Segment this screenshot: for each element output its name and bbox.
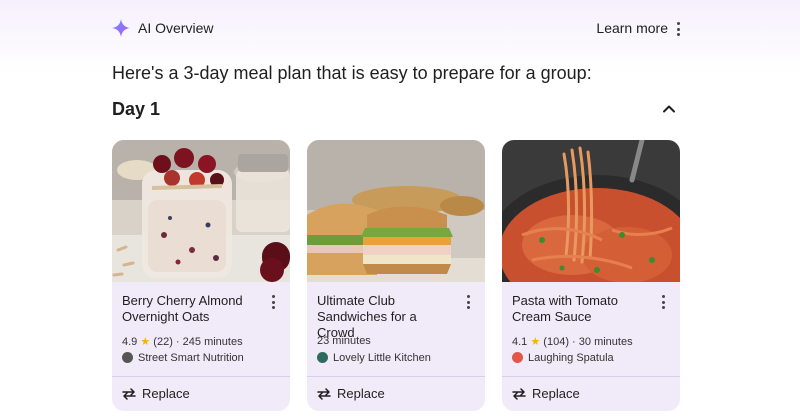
recipe-image-pasta[interactable] — [502, 140, 680, 282]
swap-icon — [512, 388, 526, 400]
star-icon: ★ — [140, 336, 151, 348]
card-options-icon[interactable] — [271, 295, 275, 309]
card-options-icon[interactable] — [466, 295, 470, 309]
replace-label: Replace — [337, 386, 385, 401]
recipe-meta: 23 minutes — [317, 335, 371, 347]
cook-time: 23 minutes — [317, 335, 371, 347]
recipe-title[interactable]: Ultimate Club Sandwiches for a Crowd — [317, 293, 457, 341]
cook-time: 30 minutes — [578, 336, 633, 348]
source-logo-icon — [317, 352, 328, 363]
day-heading: Day 1 — [112, 99, 161, 119]
review-count: (104) — [543, 336, 569, 348]
ai-overview-header: AI Overview Learn more — [112, 16, 682, 42]
cook-time: 245 minutes — [182, 336, 243, 348]
swap-icon — [317, 388, 331, 400]
learn-more-link[interactable]: Learn more — [596, 20, 668, 36]
recipe-meta: 4.9 ★ (22) · 245 minutes — [122, 335, 243, 348]
recipe-title[interactable]: Pasta with Tomato Cream Sauce — [512, 293, 652, 325]
recipe-card[interactable]: Ultimate Club Sandwiches for a Crowd 23 … — [307, 140, 485, 411]
more-options-icon[interactable] — [676, 22, 680, 36]
source-name: Lovely Little Kitchen — [333, 352, 431, 364]
meta-separator: · — [175, 336, 180, 348]
recipe-source[interactable]: Lovely Little Kitchen — [317, 352, 431, 364]
rating-value: 4.9 — [122, 336, 138, 348]
replace-button[interactable]: Replace — [122, 386, 190, 401]
card-divider — [112, 376, 290, 377]
recipe-card[interactable]: Pasta with Tomato Cream Sauce 4.1 ★ (104… — [502, 140, 680, 411]
sparkle-icon — [112, 19, 130, 37]
replace-button[interactable]: Replace — [317, 386, 385, 401]
source-name: Laughing Spatula — [528, 352, 614, 364]
recipe-image-sandwich[interactable] — [307, 140, 485, 282]
meta-separator: · — [572, 336, 576, 348]
card-divider — [307, 376, 485, 377]
replace-label: Replace — [532, 386, 580, 401]
source-logo-icon — [122, 352, 133, 363]
recipe-image-oats[interactable] — [112, 140, 290, 282]
star-icon: ★ — [530, 336, 541, 348]
review-count: (22) — [153, 336, 173, 348]
source-logo-icon — [512, 352, 523, 363]
card-divider — [502, 376, 680, 377]
recipe-title[interactable]: Berry Cherry Almond Overnight Oats — [122, 293, 262, 325]
replace-button[interactable]: Replace — [512, 386, 580, 401]
intro-text: Here's a 3-day meal plan that is easy to… — [112, 63, 592, 83]
replace-label: Replace — [142, 386, 190, 401]
source-name: Street Smart Nutrition — [138, 352, 244, 364]
swap-icon — [122, 388, 136, 400]
recipe-card[interactable]: Berry Cherry Almond Overnight Oats 4.9 ★… — [112, 140, 290, 411]
rating-value: 4.1 — [512, 336, 528, 348]
ai-overview-title: AI Overview — [138, 20, 214, 36]
recipe-source[interactable]: Street Smart Nutrition — [122, 352, 244, 364]
recipe-source[interactable]: Laughing Spatula — [512, 352, 614, 364]
recipe-meta: 4.1 ★ (104) · 30 minutes — [512, 335, 633, 348]
card-options-icon[interactable] — [661, 295, 665, 309]
chevron-up-icon[interactable] — [661, 101, 677, 117]
